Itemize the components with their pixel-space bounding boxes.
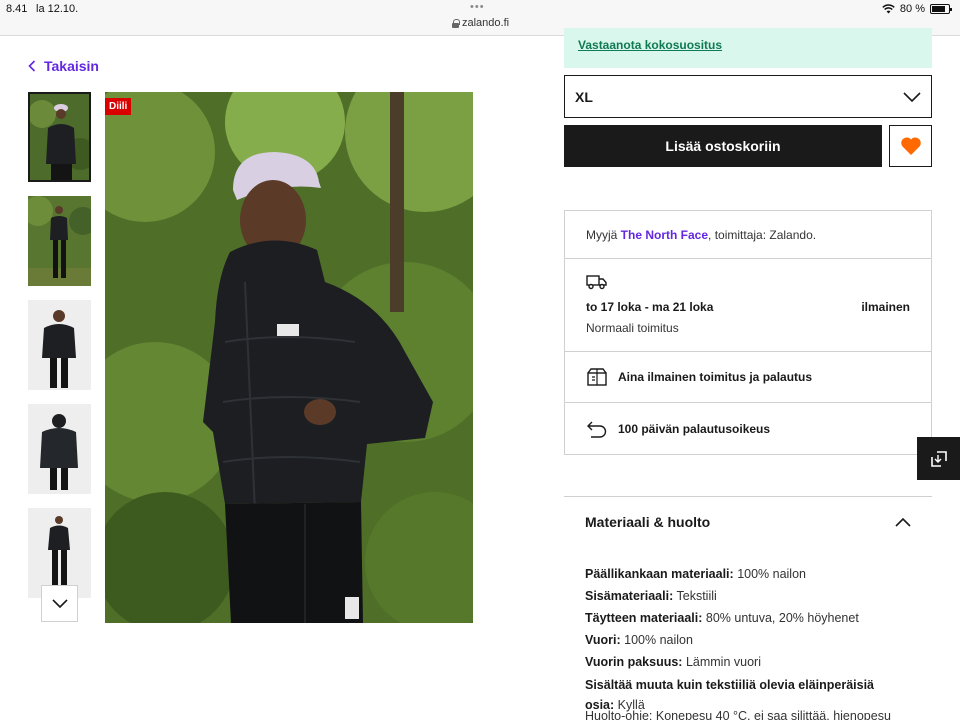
care-instructions-line: Huolto-ohje: Konepesu 40 °C, ei saa sili… bbox=[585, 709, 891, 720]
thumbnail-studio-back[interactable] bbox=[28, 404, 91, 494]
wifi-icon bbox=[882, 4, 895, 14]
chevron-up-icon bbox=[895, 517, 911, 527]
compare-icon bbox=[930, 450, 947, 467]
url-text: zalando.fi bbox=[462, 17, 510, 29]
selected-size: XL bbox=[575, 88, 593, 105]
return-policy-text: 100 päivän palautusoikeus bbox=[618, 421, 771, 436]
thumbnails-scroll-down-button[interactable] bbox=[41, 585, 78, 622]
seller-suffix: , toimittaja: Zalando. bbox=[708, 228, 817, 242]
battery-percent: 80 % bbox=[899, 3, 925, 15]
return-policy-perk: 100 päivän palautusoikeus bbox=[565, 403, 931, 454]
status-time: 8.41 bbox=[6, 3, 28, 15]
truck-icon bbox=[586, 275, 607, 290]
chevron-down-icon bbox=[903, 91, 921, 102]
material-line: Vuori: 100% nailon bbox=[585, 633, 693, 647]
wishlist-button[interactable] bbox=[889, 125, 932, 167]
back-link[interactable]: Takaisin bbox=[28, 58, 99, 74]
compare-floating-button[interactable] bbox=[917, 437, 960, 480]
seller-prefix: Myyjä bbox=[586, 228, 621, 242]
materials-section: Materiaali & huolto Päällikankaan materi… bbox=[564, 496, 932, 720]
thumbnail-studio-front[interactable] bbox=[28, 300, 91, 390]
main-product-image[interactable] bbox=[105, 92, 473, 623]
add-to-cart-button[interactable]: Lisää ostoskoriin bbox=[564, 125, 882, 167]
materials-accordion-header[interactable]: Materiaali & huolto bbox=[564, 497, 932, 547]
delivery-dates: to 17 loka - ma 21 loka bbox=[586, 300, 714, 314]
seller-info: Myyjä The North Face, toimittaja: Zaland… bbox=[565, 211, 931, 259]
material-line: Sisämateriaali: Tekstiili bbox=[585, 589, 717, 603]
thumbnail-outdoor-full[interactable] bbox=[28, 196, 91, 286]
seller-brand-link[interactable]: The North Face bbox=[621, 228, 708, 242]
lock-icon bbox=[452, 19, 460, 28]
status-date: la 12.10. bbox=[36, 3, 79, 15]
package-icon bbox=[587, 368, 607, 386]
url-bar[interactable]: zalando.fi bbox=[452, 17, 509, 29]
return-arrow-icon bbox=[587, 421, 607, 438]
material-line: Vuorin paksuus: Lämmin vuori bbox=[585, 655, 761, 669]
battery-icon bbox=[930, 4, 952, 14]
more-dots-icon[interactable]: ••• bbox=[470, 1, 485, 13]
materials-title: Materiaali & huolto bbox=[585, 514, 711, 530]
delivery-price: ilmainen bbox=[861, 300, 910, 314]
size-select[interactable]: XL bbox=[564, 75, 932, 118]
material-line: Täytteen materiaali: 80% untuva, 20% höy… bbox=[585, 611, 859, 625]
free-shipping-perk: Aina ilmainen toimitus ja palautus bbox=[565, 352, 931, 403]
delivery-estimate: to 17 loka - ma 21 loka ilmainen Normaal… bbox=[565, 259, 931, 352]
material-line: Päällikankaan materiaali: 100% nailon bbox=[585, 567, 806, 581]
back-label: Takaisin bbox=[44, 58, 99, 74]
chevron-down-icon bbox=[51, 599, 68, 608]
size-recommendation-link[interactable]: Vastaanota kokosuositus bbox=[564, 28, 932, 68]
chevron-left-icon bbox=[28, 60, 36, 72]
heart-icon bbox=[900, 137, 921, 155]
thumbnail-strip bbox=[28, 92, 92, 623]
delivery-info-box: Myyjä The North Face, toimittaja: Zaland… bbox=[564, 210, 932, 455]
thumbnail-jacket-front[interactable] bbox=[28, 92, 91, 182]
deal-badge: Diili bbox=[105, 98, 132, 115]
delivery-type: Normaali toimitus bbox=[586, 321, 679, 335]
materials-list: Päällikankaan materiaali: 100% nailon Si… bbox=[564, 547, 932, 715]
free-shipping-text: Aina ilmainen toimitus ja palautus bbox=[618, 370, 813, 384]
